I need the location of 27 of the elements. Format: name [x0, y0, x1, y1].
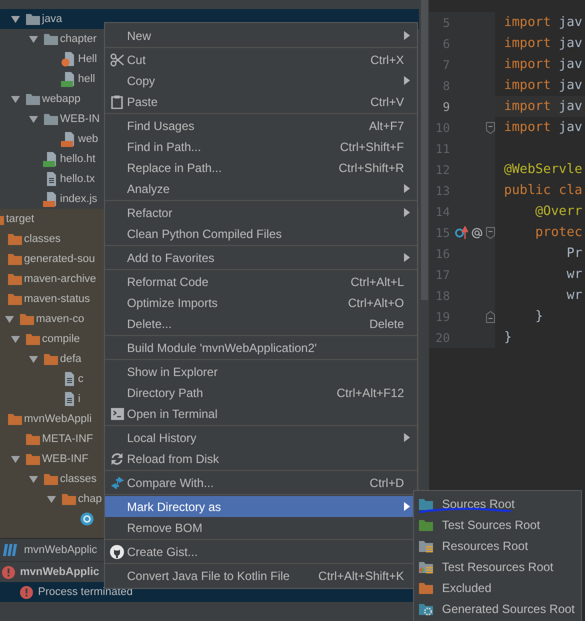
code-line: import jav [504, 36, 582, 51]
shortcut-label: Ctrl+Alt+O [348, 296, 404, 310]
code-line: import jav [504, 99, 582, 114]
shortcut-label: Delete [369, 316, 404, 330]
code-line: import jav [504, 57, 582, 72]
code-line: import jav [504, 120, 582, 135]
code-line: wr [566, 288, 582, 303]
shortcut-label: Ctrl+Shift+F [340, 140, 404, 154]
code-line: } [534, 309, 544, 324]
code-line: } [504, 330, 512, 345]
code-line: Pr [566, 246, 582, 261]
line-number: 9 [442, 100, 450, 114]
code-line: protec [534, 225, 582, 240]
shortcut-label: Ctrl+V [370, 94, 404, 108]
shortcut-label: Ctrl+Alt+Shift+K [318, 568, 404, 582]
shortcut-label: Ctrl+D [370, 476, 404, 490]
code-line: import jav [504, 15, 582, 30]
shortcut-label: Ctrl+Shift+R [338, 160, 404, 174]
shortcut-label: Alt+F7 [368, 118, 404, 132]
code-line: public cla [504, 183, 582, 198]
shortcut-label: Ctrl+Alt+L [350, 274, 404, 288]
shortcut-label: Ctrl+Alt+F12 [336, 386, 404, 400]
code-line: import jav [504, 78, 582, 93]
code-line: wr [566, 267, 582, 282]
code-line: @WebServle [504, 162, 582, 177]
code-line: @Overr [534, 204, 582, 219]
shortcut-label: Ctrl+X [370, 52, 404, 66]
